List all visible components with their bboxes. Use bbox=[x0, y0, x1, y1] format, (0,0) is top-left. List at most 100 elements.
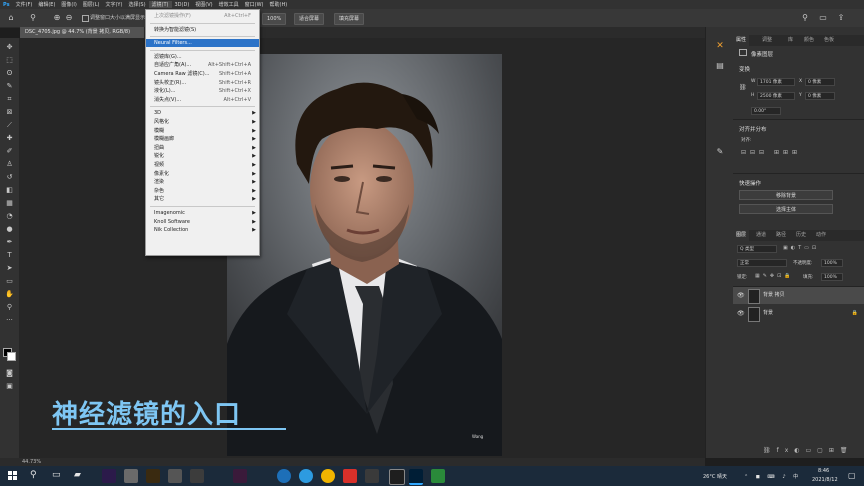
history-panel-icon[interactable]: ▤ bbox=[715, 61, 725, 71]
filter-menu-item[interactable]: 其它 ▶ bbox=[146, 195, 259, 203]
eyedropper-tool-icon[interactable]: ⟋ bbox=[4, 120, 15, 130]
x-field[interactable]: 0 像素 bbox=[805, 78, 835, 86]
dodge-tool-icon[interactable]: ● bbox=[4, 224, 15, 234]
menu-item[interactable]: 增效工具 bbox=[216, 1, 242, 8]
quick-mask-icon[interactable]: ◙ bbox=[4, 368, 15, 378]
taskbar-app-icon[interactable] bbox=[190, 469, 204, 483]
brush-settings-icon[interactable]: ✎ bbox=[715, 147, 725, 157]
screen-mode-icon[interactable]: ▣ bbox=[4, 381, 15, 391]
angle-field[interactable]: 0.00° bbox=[751, 107, 781, 115]
status-zoom[interactable]: 44.73% bbox=[22, 459, 41, 465]
filter-menu-item[interactable]: 上次滤镜操作(F) Alt+Ctrl+F bbox=[146, 12, 259, 20]
pen-tool-icon[interactable]: ✒ bbox=[4, 237, 15, 247]
taskbar-app-icon[interactable] bbox=[365, 469, 379, 483]
taskbar-app-icon[interactable] bbox=[277, 469, 291, 483]
history-brush-icon[interactable]: ↺ bbox=[4, 172, 15, 182]
blur-tool-icon[interactable]: ◔ bbox=[4, 211, 15, 221]
zoom-out-icon[interactable]: ⊖ bbox=[64, 12, 74, 23]
document-image[interactable] bbox=[227, 54, 502, 456]
filter-menu-item[interactable]: Camera Raw 滤镜(C)... Shift+Ctrl+A bbox=[146, 70, 259, 78]
crop-tool-icon[interactable]: ⌗ bbox=[4, 94, 15, 104]
menu-item-neural-filters[interactable]: Neural Filters... bbox=[146, 39, 259, 48]
lock-icons[interactable]: ▦✎✥⊡🔒 bbox=[755, 273, 794, 279]
remove-background-button[interactable]: 移除背景 bbox=[739, 190, 833, 200]
layer-actions-icons[interactable]: ⛓fx◐▭▢⊞🗑 bbox=[763, 447, 854, 454]
brush-tool-icon[interactable]: ✐ bbox=[4, 146, 15, 156]
filter-menu-item[interactable]: 杂色 ▶ bbox=[146, 187, 259, 195]
filter-menu-item[interactable]: 滤镜库(G)... bbox=[146, 53, 259, 61]
gradient-tool-icon[interactable]: ▦ bbox=[4, 198, 15, 208]
taskbar-app-icon[interactable] bbox=[124, 469, 138, 483]
filter-menu-item[interactable]: 消失点(V)... Alt+Ctrl+V bbox=[146, 96, 259, 104]
search-icon[interactable]: ⚲ bbox=[800, 12, 810, 23]
clock-date[interactable]: 2021/8/12 bbox=[812, 477, 838, 483]
layer-row-background-copy[interactable]: 👁 背景 拷贝 bbox=[733, 287, 864, 304]
blend-mode-select[interactable]: 正常 bbox=[737, 259, 787, 267]
layer-row-background[interactable]: 👁 背景 🔒 bbox=[733, 305, 864, 322]
w-field[interactable]: 1701 像素 bbox=[757, 78, 795, 86]
clock-time[interactable]: 8:46 bbox=[818, 468, 829, 474]
edge-icon[interactable] bbox=[299, 469, 313, 483]
taskbar-app-icon[interactable] bbox=[431, 469, 445, 483]
filter-menu-item[interactable]: Knoll Software ▶ bbox=[146, 218, 259, 226]
more-tools-icon[interactable]: ··· bbox=[4, 315, 15, 325]
chrome-icon[interactable] bbox=[321, 469, 335, 483]
taskbar-app-icon[interactable] bbox=[343, 469, 357, 483]
filter-menu-item[interactable]: 锐化 ▶ bbox=[146, 152, 259, 160]
shape-tool-icon[interactable]: ▭ bbox=[4, 276, 15, 286]
tab-color[interactable]: 颜色 bbox=[801, 35, 817, 46]
menu-item[interactable]: 编辑(E) bbox=[35, 1, 58, 8]
hand-tool-icon[interactable]: ✋ bbox=[4, 289, 15, 299]
marquee-tool-icon[interactable]: ⬚ bbox=[4, 55, 15, 65]
filter-menu-item[interactable]: 模糊画廊 ▶ bbox=[146, 135, 259, 143]
menu-item[interactable]: 滤镜(T) bbox=[148, 1, 172, 8]
filter-menu-item[interactable]: Imagenomic ▶ bbox=[146, 209, 259, 217]
taskbar-app-icon[interactable] bbox=[233, 469, 247, 483]
lasso-tool-icon[interactable]: ʘ bbox=[4, 68, 15, 78]
fit-screen-button[interactable]: 适合屏幕 bbox=[294, 13, 325, 25]
menu-item[interactable]: 窗口(W) bbox=[242, 1, 267, 8]
filter-menu-item[interactable]: 扭曲 ▶ bbox=[146, 144, 259, 152]
filter-menu-item[interactable]: 液化(L)... Shift+Ctrl+X bbox=[146, 87, 259, 95]
zoom-100-button[interactable]: 100% bbox=[262, 13, 287, 25]
tab-paths[interactable]: 路径 bbox=[773, 230, 789, 241]
zoom-in-icon[interactable]: ⊕ bbox=[52, 12, 62, 23]
align-buttons-icon[interactable]: ⊟⊟⊟ ⊞⊞⊞ bbox=[741, 149, 801, 156]
tab-actions[interactable]: 动作 bbox=[813, 230, 829, 241]
layer-filter-icons[interactable]: ▣◐T▭⊡ bbox=[783, 245, 819, 251]
taskbar-app-icon[interactable] bbox=[168, 469, 182, 483]
taskbar-app-icon[interactable] bbox=[389, 469, 405, 485]
filter-menu-item[interactable]: 风格化 ▶ bbox=[146, 118, 259, 126]
eraser-tool-icon[interactable]: ◧ bbox=[4, 185, 15, 195]
resize-windows-checkbox[interactable] bbox=[82, 15, 89, 22]
file-explorer-icon[interactable]: ▰ bbox=[74, 470, 81, 480]
filter-menu-item[interactable]: 镜头校正(R)... Shift+Ctrl+R bbox=[146, 79, 259, 87]
background-color-swatch[interactable] bbox=[7, 352, 16, 361]
filter-menu-item[interactable]: 3D ▶ bbox=[146, 109, 259, 117]
zoom-tool-icon[interactable]: ⚲ bbox=[28, 12, 38, 23]
fill-field[interactable]: 100% bbox=[821, 273, 843, 281]
tray-icons[interactable]: ⌃ ◼ ⌨ ♪ 中 bbox=[744, 473, 801, 480]
zoom-tool-sidebar-icon[interactable]: ⚲ bbox=[4, 302, 15, 312]
tab-swatches[interactable]: 色板 bbox=[821, 35, 837, 46]
menu-item[interactable]: 图层(L) bbox=[80, 1, 103, 8]
filter-menu-item[interactable]: Nik Collection ▶ bbox=[146, 226, 259, 234]
weather-text[interactable]: 26°C 晴天 bbox=[703, 473, 727, 480]
healing-brush-icon[interactable]: ✚ bbox=[4, 133, 15, 143]
search-icon[interactable]: ⚲ bbox=[30, 470, 37, 480]
path-select-icon[interactable]: ➤ bbox=[4, 263, 15, 273]
visibility-eye-icon[interactable]: 👁 bbox=[737, 305, 745, 322]
select-subject-button[interactable]: 选择主体 bbox=[739, 204, 833, 214]
clone-stamp-icon[interactable]: ♙ bbox=[4, 159, 15, 169]
menu-item[interactable]: 帮助(H) bbox=[267, 1, 291, 8]
menu-item[interactable]: 3D(D) bbox=[172, 2, 193, 8]
frame-tool-icon[interactable]: ⊠ bbox=[4, 107, 15, 117]
tab-libraries[interactable]: 库 bbox=[785, 35, 796, 46]
filter-menu-item[interactable]: 转换为智能滤镜(S) bbox=[146, 26, 259, 34]
tab-layers[interactable]: 图层 bbox=[733, 230, 750, 241]
filter-menu-item[interactable]: 自适应广角(A)... Alt+Shift+Ctrl+A bbox=[146, 61, 259, 69]
close-panel-icon[interactable]: ✕ bbox=[715, 41, 725, 51]
quick-select-tool-icon[interactable]: ✎ bbox=[4, 81, 15, 91]
h-field[interactable]: 2500 像素 bbox=[757, 92, 795, 100]
photoshop-icon[interactable] bbox=[409, 469, 423, 485]
